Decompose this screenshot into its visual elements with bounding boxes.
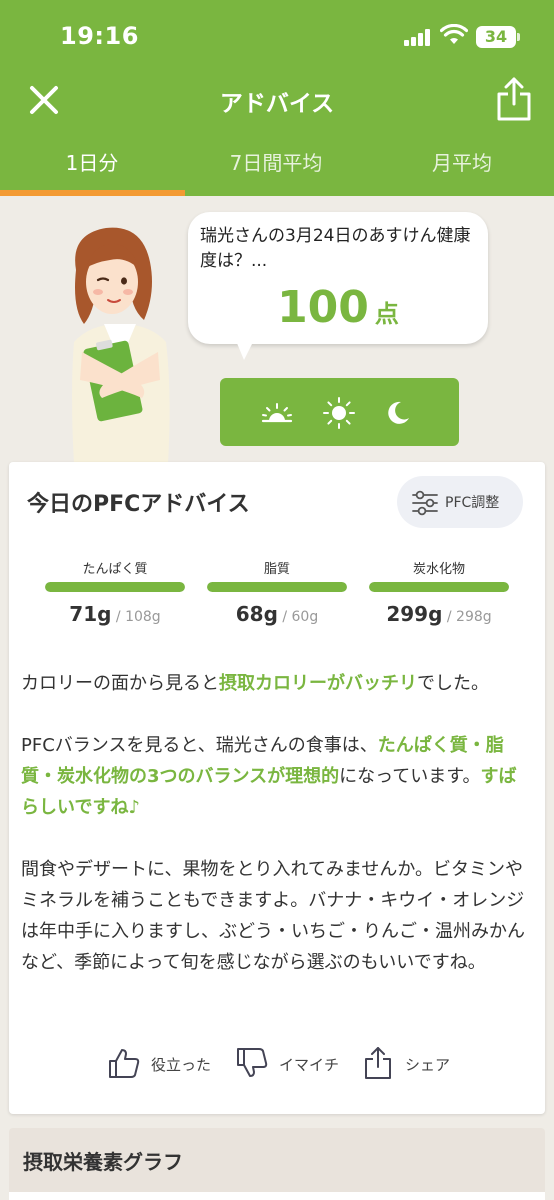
battery-indicator: 34 <box>476 26 520 48</box>
advice-text: カロリーの面から見ると摂取カロリーがバッチリでした。 PFCバランスを見ると、瑞… <box>21 668 531 1009</box>
helpful-label: 役立った <box>151 1056 212 1074</box>
status-bar: 19:16 34 <box>0 0 554 70</box>
nutrient-graph-body <box>9 1192 545 1200</box>
nutrient-bar <box>207 582 347 592</box>
advice-paragraph-calorie: カロリーの面から見ると摂取カロリーがバッチリでした。 <box>21 673 489 694</box>
nutrient-value: 71g <box>69 602 112 626</box>
page-title: アドバイス <box>219 91 335 117</box>
pfc-adjust-label: PFC調整 <box>445 495 500 511</box>
share-label: シェア <box>405 1056 451 1074</box>
tab-7day-average[interactable]: 7日間平均 <box>184 136 368 192</box>
advice-paragraph-pfc: PFCバランスを見ると、瑞光さんの食事は、たんぱく質・脂質・炭水化物の3つのバラ… <box>21 735 517 818</box>
share-icon[interactable] <box>494 76 534 122</box>
feedback-actions: 役立った イマイチ シェア <box>9 1044 545 1084</box>
nutrient-graph-title: 摂取栄養素グラフ <box>23 1150 183 1174</box>
nutrient-bar-fill <box>45 582 185 592</box>
nav-bar: アドバイス <box>0 70 554 130</box>
speech-bubble: 瑞光さんの3月24日のあすけん健康度は？... 100 点 <box>188 212 488 344</box>
health-score-message: 瑞光さんの3月24日のあすけん健康度は？... <box>200 226 471 271</box>
tab-monthly-average[interactable]: 月平均 <box>370 136 554 192</box>
nutrient-target: / 60g <box>277 609 319 625</box>
moon-icon[interactable] <box>380 396 414 430</box>
speech-bubble-tail <box>234 336 256 360</box>
nutrient-label: 脂質 <box>263 562 290 577</box>
nutrient-bar <box>369 582 509 592</box>
sliders-icon <box>412 490 438 516</box>
nutrient-value: 299g <box>386 602 443 626</box>
not-good-label: イマイチ <box>279 1056 340 1074</box>
share-icon <box>365 1047 391 1079</box>
sunrise-icon[interactable] <box>260 396 294 430</box>
tab-1day[interactable]: 1日分 <box>0 136 184 192</box>
nutrient-carbohydrate: 炭水化物 299g / 298g <box>369 558 509 638</box>
period-tabs: 1日分 7日間平均 月平均 <box>0 136 554 196</box>
pfc-advice-card: 今日のPFCアドバイス PFC調整 たんぱく質 71g / 108g 脂質 68… <box>9 462 545 1114</box>
nutrient-bar-fill <box>369 582 509 592</box>
sun-icon[interactable] <box>322 396 356 430</box>
nutrient-bar <box>45 582 185 592</box>
nutrient-protein: たんぱく質 71g / 108g <box>45 558 185 638</box>
thumbs-down-icon <box>237 1048 268 1077</box>
nutrient-value: 68g <box>235 602 278 626</box>
active-tab-indicator <box>0 190 185 196</box>
status-time: 19:16 <box>60 22 139 50</box>
wifi-icon <box>440 24 468 44</box>
thumbs-up-icon <box>109 1049 140 1078</box>
health-score-unit: 点 <box>374 300 399 328</box>
signal-icon <box>404 28 434 46</box>
nutrient-bar-fill <box>207 582 347 592</box>
health-score-value: 100 <box>277 282 369 333</box>
advice-paragraph-fruit: 間食やデザートに、果物をとり入れてみませんか。ビタミンやミネラルを補うこともでき… <box>21 859 525 973</box>
health-score: 100 点 <box>188 282 488 333</box>
nutrient-target: / 298g <box>442 609 492 625</box>
meal-time-selector <box>220 378 459 446</box>
nutrient-label: 炭水化物 <box>412 562 465 577</box>
advice-highlight: 摂取カロリーがバッチリ <box>219 673 417 694</box>
pfc-advice-title: 今日のPFCアドバイス <box>27 492 250 517</box>
nutrient-label: たんぱく質 <box>82 562 148 577</box>
advisor-character <box>72 227 170 464</box>
pfc-adjust-button[interactable]: PFC調整 <box>397 476 523 528</box>
nutrient-graph-section: 摂取栄養素グラフ <box>9 1128 545 1200</box>
nutrient-fat: 脂質 68g / 60g <box>207 558 347 638</box>
app-header: 19:16 34 アドバイス 1日分 7日間平均 月平均 <box>0 0 554 196</box>
nutrient-target: / 108g <box>111 609 161 625</box>
